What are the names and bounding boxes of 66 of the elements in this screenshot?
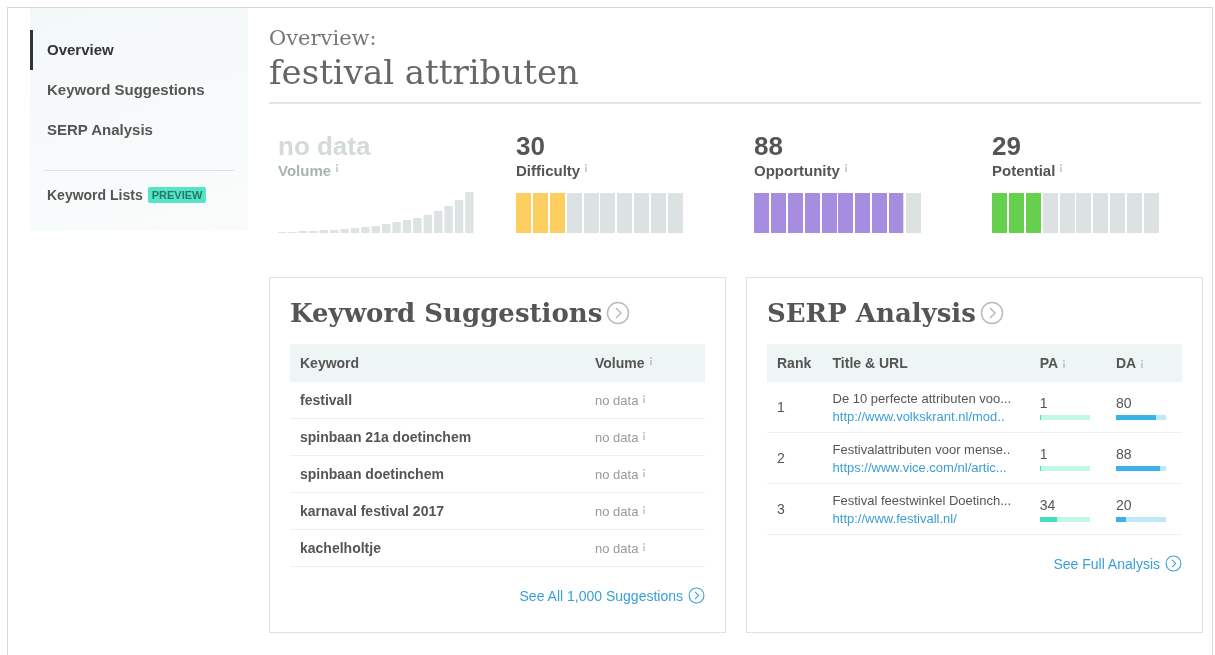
column-header: Title & URL bbox=[822, 344, 1030, 382]
rank-cell: 1 bbox=[777, 399, 785, 415]
rank-cell: 3 bbox=[777, 501, 785, 517]
da-value: 80 bbox=[1115, 394, 1133, 411]
sidebar-item[interactable]: Keyword Suggestions bbox=[30, 70, 248, 110]
metric-value: 30 bbox=[516, 132, 546, 160]
pa-bar bbox=[1039, 465, 1090, 471]
volume-cell: no data bbox=[595, 392, 639, 408]
chevron-circle-icon[interactable] bbox=[1165, 555, 1182, 572]
column-header: Keyword bbox=[300, 355, 360, 371]
volume-cell: no data bbox=[595, 466, 639, 482]
card-title: Keyword Suggestions bbox=[290, 298, 603, 328]
metric-value: 29 bbox=[992, 132, 1022, 160]
chevron-circle-icon[interactable] bbox=[688, 587, 705, 604]
keyword-cell[interactable]: kachelholtje bbox=[290, 529, 585, 567]
info-icon[interactable] bbox=[642, 431, 647, 440]
info-icon[interactable] bbox=[642, 394, 647, 403]
metric-label: Potential bbox=[992, 162, 1056, 179]
info-icon[interactable] bbox=[642, 505, 647, 514]
metric-label: Opportunity bbox=[754, 162, 840, 179]
keyword-cell[interactable]: spinbaan doetinchem bbox=[290, 455, 585, 493]
rank-cell: 2 bbox=[777, 450, 785, 466]
page-subtitle: Overview: bbox=[269, 26, 378, 50]
volume-cell: no data bbox=[595, 429, 639, 445]
da-bar bbox=[1115, 516, 1166, 522]
info-icon[interactable] bbox=[1140, 360, 1145, 368]
column-header: Volume bbox=[595, 355, 645, 371]
info-icon[interactable] bbox=[843, 164, 848, 172]
info-icon[interactable] bbox=[335, 164, 340, 172]
volume-cell: no data bbox=[595, 540, 639, 556]
preview-badge: PREVIEW bbox=[147, 187, 207, 203]
info-icon[interactable] bbox=[648, 357, 653, 365]
sidebar-item[interactable]: Keyword Lists bbox=[47, 187, 143, 203]
keyword-cell[interactable]: festivall bbox=[290, 382, 585, 419]
page-title: festival attributen bbox=[269, 52, 1201, 104]
chevron-circle-icon[interactable] bbox=[979, 301, 1004, 325]
pa-bar bbox=[1039, 516, 1090, 522]
info-icon[interactable] bbox=[1059, 164, 1064, 172]
volume-cell: no data bbox=[595, 503, 639, 519]
info-icon[interactable] bbox=[642, 542, 647, 551]
column-header: Rank bbox=[767, 344, 823, 382]
da-bar bbox=[1115, 465, 1166, 471]
column-header: PA bbox=[1039, 355, 1059, 371]
sidebar-item[interactable]: Overview bbox=[30, 30, 248, 70]
da-value: 88 bbox=[1115, 445, 1133, 462]
result-title: De 10 perfecte attributen voo... bbox=[832, 390, 1013, 406]
info-icon[interactable] bbox=[1062, 360, 1067, 368]
result-title: Festivalattributen voor mense.. bbox=[832, 441, 1012, 457]
keyword-cell[interactable]: karnaval festival 2017 bbox=[290, 492, 585, 530]
chevron-circle-icon[interactable] bbox=[606, 301, 631, 325]
info-icon[interactable] bbox=[642, 468, 647, 477]
sidebar-item[interactable]: SERP Analysis bbox=[30, 110, 248, 150]
result-title: Festival feestwinkel Doetinch... bbox=[832, 492, 1013, 508]
pa-value: 1 bbox=[1039, 394, 1049, 411]
keyword-cell[interactable]: spinbaan 21a doetinchem bbox=[290, 418, 585, 456]
metric-label: Difficulty bbox=[516, 162, 581, 179]
pa-value: 1 bbox=[1039, 445, 1049, 462]
metric-label: Volume bbox=[278, 162, 332, 179]
pa-value: 34 bbox=[1039, 496, 1057, 513]
pa-bar bbox=[1039, 414, 1090, 420]
da-value: 20 bbox=[1115, 496, 1133, 513]
metric-value: 88 bbox=[754, 132, 784, 160]
da-bar bbox=[1115, 414, 1166, 420]
info-icon[interactable] bbox=[584, 164, 589, 172]
column-header: DA bbox=[1115, 355, 1137, 371]
card-title: SERP Analysis bbox=[767, 298, 976, 328]
